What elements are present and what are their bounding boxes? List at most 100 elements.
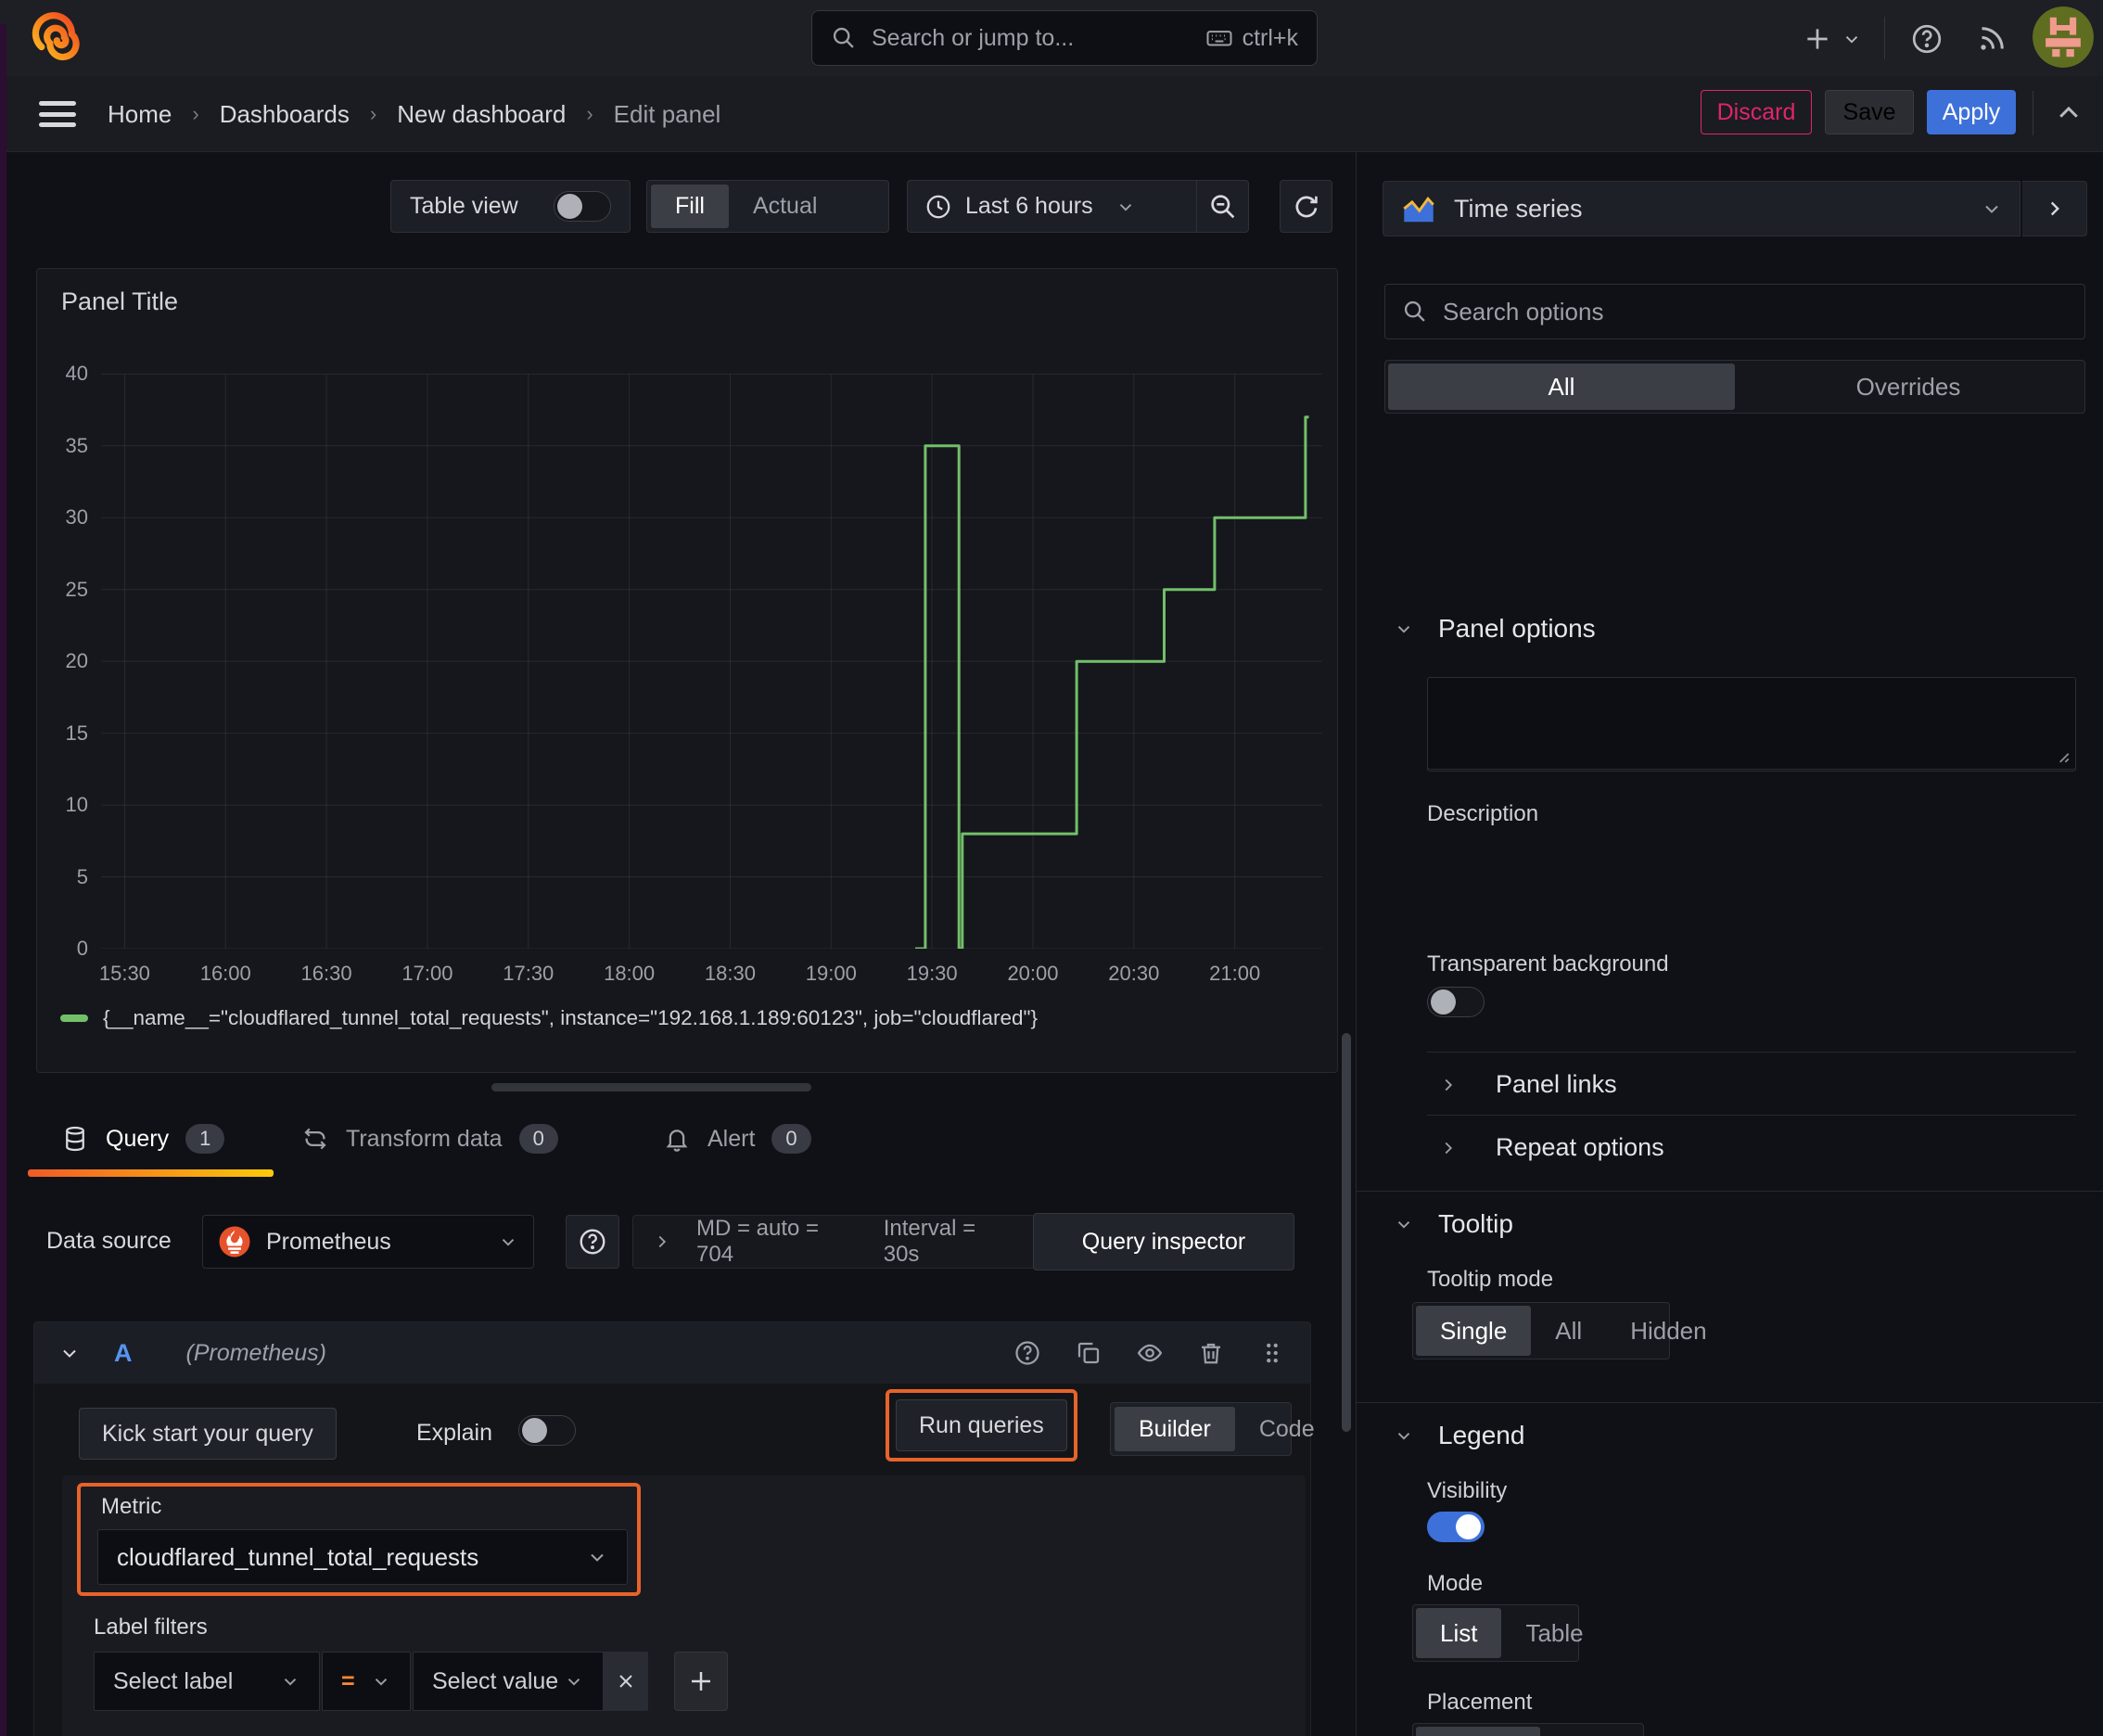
breadcrumb-dashboards[interactable]: Dashboards	[220, 100, 350, 129]
global-search-input[interactable]: Search or jump to... ctrl+k	[811, 10, 1318, 66]
tooltip-mode-all[interactable]: All	[1531, 1306, 1606, 1356]
panel-options-header[interactable]: Panel options	[1394, 614, 1596, 644]
tooltip-mode-single[interactable]: Single	[1416, 1306, 1532, 1356]
explain-label: Explain	[416, 1420, 492, 1446]
top-nav-bar: Search or jump to... ctrl+k	[0, 0, 2103, 76]
tooltip-header-label: Tooltip	[1438, 1209, 1513, 1238]
visualization-picker[interactable]: Time series	[1383, 181, 2020, 236]
tab-alert[interactable]: Alert 0	[663, 1124, 811, 1154]
main-scrollbar-thumb[interactable]	[1342, 1033, 1351, 1432]
zoom-out-time-button[interactable]	[1196, 181, 1248, 232]
query-help-icon[interactable]	[1013, 1339, 1041, 1367]
tab-query-label: Query	[106, 1125, 170, 1152]
tab-query-badge: 1	[185, 1124, 225, 1154]
repeat-options-section[interactable]: Repeat options	[1438, 1133, 1664, 1162]
select-value-dropdown[interactable]: Select value	[413, 1652, 604, 1711]
drag-query-grip-icon[interactable]	[1258, 1339, 1286, 1367]
builder-option[interactable]: Builder	[1115, 1407, 1235, 1451]
refresh-button[interactable]	[1280, 180, 1332, 233]
query-options-summary[interactable]: MD = auto = 704 Interval = 30s	[632, 1215, 1035, 1269]
database-icon	[61, 1125, 89, 1153]
options-search-field[interactable]: Search options	[1384, 284, 2085, 339]
tab-transform-data[interactable]: Transform data 0	[301, 1124, 558, 1154]
menu-toggle-icon[interactable]	[39, 98, 76, 130]
news-feed-icon[interactable]	[1971, 19, 2012, 59]
query-inspector-button[interactable]: Query inspector	[1033, 1213, 1294, 1270]
textarea-resize-handle[interactable]	[2054, 747, 2071, 764]
table-view-toggle[interactable]	[554, 191, 611, 222]
help-icon[interactable]	[1906, 19, 1947, 59]
breadcrumb: Home › Dashboards › New dashboard › Edit…	[108, 76, 720, 152]
explain-toggle[interactable]	[518, 1415, 576, 1446]
tab-alert-badge: 0	[771, 1124, 811, 1154]
x-axis-tick-label: 16:30	[300, 962, 352, 985]
save-button[interactable]: Save	[1825, 90, 1914, 134]
new-create-button[interactable]	[1797, 19, 1838, 59]
duplicate-query-icon[interactable]	[1075, 1339, 1102, 1367]
disable-query-eye-icon[interactable]	[1136, 1339, 1164, 1367]
datasource-picker[interactable]: Prometheus	[202, 1215, 534, 1269]
collapse-query-chevron-icon[interactable]	[58, 1342, 81, 1364]
legend-visibility-toggle[interactable]	[1427, 1512, 1485, 1542]
legend-mode-list[interactable]: List	[1416, 1608, 1502, 1658]
actual-option[interactable]: Actual	[729, 185, 841, 228]
toggle-viz-picker-button[interactable]	[2022, 181, 2087, 236]
x-axis-tick-label: 18:00	[604, 962, 656, 985]
query-builder-body: Metric cloudflared_tunnel_total_requests…	[62, 1475, 1306, 1736]
user-avatar[interactable]	[2033, 6, 2094, 68]
visibility-label: Visibility	[1427, 1478, 1508, 1503]
metric-select[interactable]: cloudflared_tunnel_total_requests	[97, 1529, 628, 1585]
panel-links-section[interactable]: Panel links	[1438, 1070, 1617, 1099]
query-row-header[interactable]: A (Prometheus)	[34, 1322, 1310, 1384]
grafana-logo-icon[interactable]	[26, 8, 85, 68]
tooltip-section-header[interactable]: Tooltip	[1394, 1209, 1513, 1239]
tab-overrides[interactable]: Overrides	[1735, 364, 2082, 410]
legend-mode-label: Mode	[1427, 1571, 1484, 1596]
breadcrumb-new-dashboard[interactable]: New dashboard	[397, 100, 566, 129]
breadcrumb-separator: ›	[586, 102, 593, 125]
x-axis-tick-label: 17:30	[503, 962, 554, 985]
legend-placement-bottom[interactable]: Bottom	[1416, 1727, 1541, 1736]
delete-query-trash-icon[interactable]	[1197, 1339, 1225, 1367]
add-filter-button[interactable]	[674, 1652, 728, 1711]
kick-start-query-button[interactable]: Kick start your query	[79, 1408, 337, 1460]
query-editor-card: A (Prometheus) Kick start your query Exp…	[33, 1321, 1315, 1736]
discard-button[interactable]: Discard	[1701, 90, 1812, 134]
fill-option[interactable]: Fill	[651, 185, 729, 228]
description-textarea[interactable]	[1427, 677, 2076, 770]
tab-query[interactable]: Query 1	[61, 1124, 225, 1154]
remove-filter-button[interactable]	[604, 1652, 648, 1711]
legend-mode-table[interactable]: Table	[1501, 1608, 1607, 1658]
legend-row[interactable]: {__name__="cloudflared_tunnel_total_requ…	[60, 1006, 1038, 1030]
tab-transform-badge: 0	[518, 1124, 558, 1154]
time-range-button[interactable]: Last 6 hours	[908, 181, 1196, 232]
label-filter-row: Select label = Select value	[94, 1652, 728, 1711]
series-legend-label[interactable]: {__name__="cloudflared_tunnel_total_requ…	[103, 1006, 1038, 1030]
table-view-control: Table view	[390, 180, 631, 233]
panel-title: Panel Title	[61, 287, 179, 315]
datasource-help-button[interactable]	[566, 1215, 619, 1269]
apply-button[interactable]: Apply	[1927, 90, 2016, 134]
series-line	[915, 415, 1309, 949]
panel-links-label: Panel links	[1496, 1070, 1617, 1098]
legend-section-header[interactable]: Legend	[1394, 1421, 1524, 1450]
new-menu-chevron-icon[interactable]	[1838, 19, 1866, 59]
breadcrumb-home[interactable]: Home	[108, 100, 172, 129]
tooltip-mode-segmented: Single All Hidden	[1412, 1302, 1707, 1359]
legend-placement-right[interactable]: Right	[1540, 1727, 1645, 1736]
x-axis-tick-label: 16:00	[199, 962, 251, 985]
transparent-background-toggle[interactable]	[1427, 987, 1485, 1017]
code-option[interactable]: Code	[1235, 1407, 1339, 1451]
run-queries-button[interactable]: Run queries	[896, 1399, 1067, 1451]
operator-dropdown[interactable]: =	[322, 1652, 411, 1711]
search-placeholder: Search or jump to...	[872, 24, 1075, 51]
select-label-dropdown[interactable]: Select label	[94, 1652, 320, 1711]
label-filters-label: Label filters	[94, 1615, 208, 1640]
collapse-header-chevron-up-icon[interactable]	[2047, 96, 2090, 130]
transparent-background-label: Transparent background	[1427, 951, 1669, 976]
operator-value: =	[341, 1667, 355, 1694]
chart-plot[interactable]	[101, 350, 1322, 949]
tooltip-mode-hidden[interactable]: Hidden	[1606, 1306, 1730, 1356]
panel-resize-handle[interactable]	[491, 1083, 811, 1091]
tab-all[interactable]: All	[1388, 364, 1735, 410]
